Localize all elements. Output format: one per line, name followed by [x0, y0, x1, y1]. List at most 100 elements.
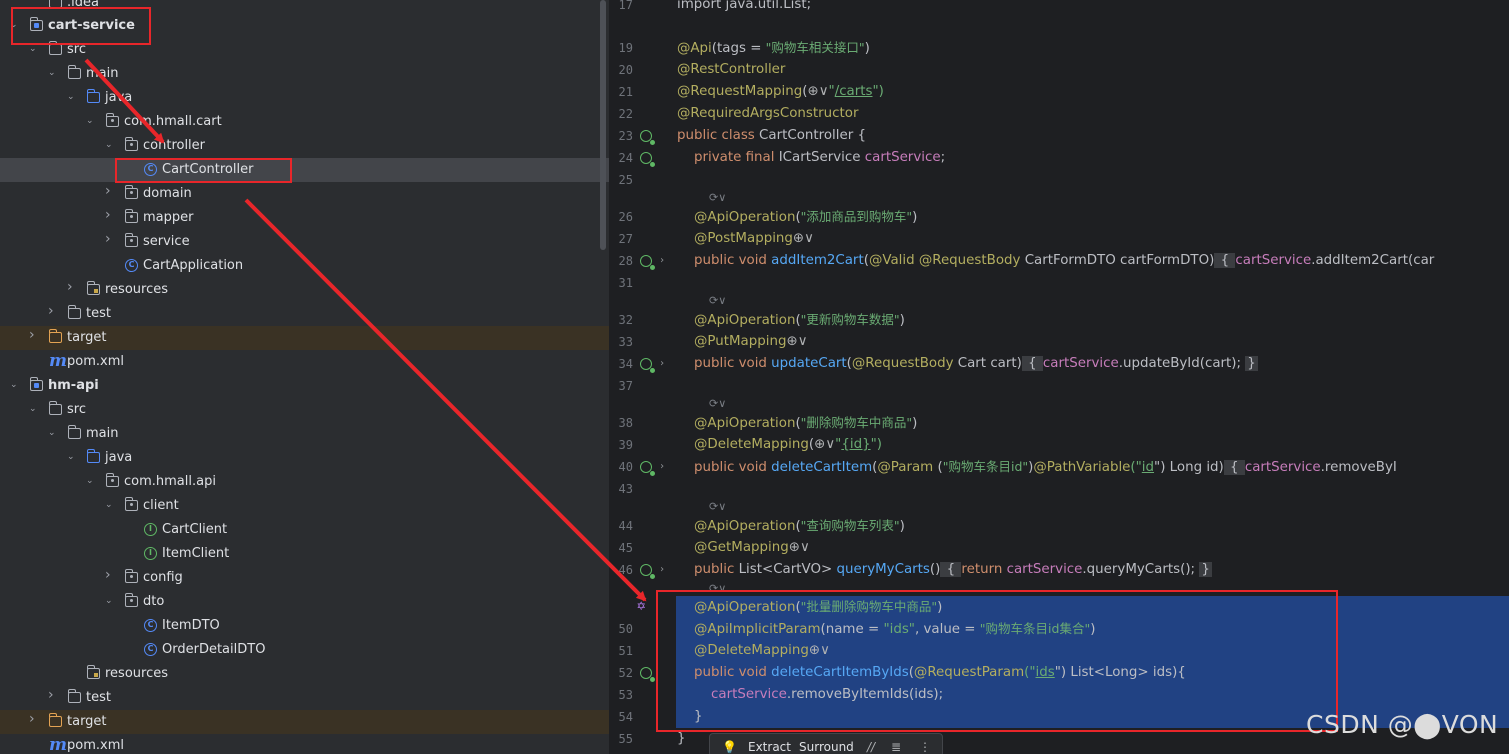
fold-toggle-icon[interactable]: ›: [659, 250, 665, 272]
chevron-right-icon[interactable]: ›: [29, 328, 39, 342]
tree-item[interactable]: C ItemDTO: [0, 614, 609, 638]
tree-item[interactable]: C CartApplication: [0, 254, 609, 278]
chevron-down-icon[interactable]: ⌄: [10, 378, 20, 392]
chevron-right-icon[interactable]: ›: [29, 712, 39, 726]
spring-bean-gutter-icon[interactable]: [640, 564, 655, 579]
lightbulb-icon[interactable]: 💡: [722, 739, 737, 754]
chevron-down-icon[interactable]: ⌄: [86, 114, 96, 128]
extract-button[interactable]: Extract: [748, 739, 791, 754]
tree-item[interactable]: resources: [0, 662, 609, 686]
tree-item[interactable]: › target: [0, 326, 609, 350]
inlay-hint-icon[interactable]: ⟳∨: [709, 292, 726, 310]
tree-item[interactable]: C CartController: [0, 158, 609, 182]
chevron-down-icon[interactable]: ⌄: [105, 138, 115, 152]
tree-item[interactable]: ⌄ com.hmall.api: [0, 470, 609, 494]
chevron-down-icon[interactable]: ⌄: [67, 90, 77, 104]
code-token: List<CartVO>: [738, 562, 837, 577]
tree-item[interactable]: ⌄ hm-api: [0, 374, 609, 398]
tree-item-label: client: [143, 498, 179, 513]
line-number: 19: [618, 41, 633, 55]
chevron-down-icon[interactable]: ⌄: [105, 594, 115, 608]
fold-toggle-icon[interactable]: ›: [659, 456, 665, 478]
chevron-right-icon[interactable]: ›: [105, 568, 115, 582]
chevron-down-icon[interactable]: ⌄: [105, 498, 115, 512]
chevron-right-icon[interactable]: ›: [48, 688, 58, 702]
chevron-down-icon[interactable]: ⌄: [86, 474, 96, 488]
chevron-right-icon[interactable]: ›: [105, 232, 115, 246]
code-line[interactable]: @ApiOperation("更新购物车数据"): [677, 309, 905, 331]
format-icon[interactable]: ≣: [891, 739, 901, 754]
more-options-icon[interactable]: ⋮: [919, 739, 931, 754]
spring-bean-gutter-icon[interactable]: [640, 358, 655, 373]
tree-item[interactable]: ⌄ java: [0, 86, 609, 110]
tree-item[interactable]: › test: [0, 686, 609, 710]
inlay-hint-icon[interactable]: ⟳∨: [709, 189, 726, 207]
code-line[interactable]: @Api(tags = "购物车相关接口"): [677, 37, 870, 59]
code-line[interactable]: private final ICartService cartService;: [677, 147, 945, 169]
tree-item[interactable]: m pom.xml: [0, 350, 609, 374]
code-line[interactable]: public void addItem2Cart(@Valid @Request…: [677, 250, 1434, 272]
tree-item[interactable]: › mapper: [0, 206, 609, 230]
tree-item[interactable]: I CartClient: [0, 518, 609, 542]
code-token: "): [870, 437, 882, 452]
code-line[interactable]: @PostMapping⊕∨: [677, 228, 814, 250]
spring-bean-gutter-icon[interactable]: [640, 130, 655, 145]
fold-toggle-icon[interactable]: ›: [659, 559, 665, 581]
chevron-down-icon[interactable]: ⌄: [67, 450, 77, 464]
ai-assistant-gutter-icon[interactable]: ✡: [637, 598, 653, 614]
module-folder-icon: [29, 377, 46, 394]
spring-bean-gutter-icon[interactable]: [640, 255, 655, 270]
spring-bean-gutter-icon[interactable]: [640, 152, 655, 167]
code-line[interactable]: @ApiOperation("添加商品到购物车"): [677, 206, 917, 228]
chevron-down-icon[interactable]: ⌄: [48, 66, 58, 80]
maven-icon: m: [49, 351, 67, 371]
tree-item-label: main: [86, 426, 119, 441]
tree-item[interactable]: ⌄ client: [0, 494, 609, 518]
code-line[interactable]: import java.util.List;: [677, 0, 811, 16]
tree-item[interactable]: ⌄ main: [0, 62, 609, 86]
code-line[interactable]: public List<CartVO> queryMyCarts() { ret…: [677, 559, 1212, 581]
chevron-right-icon[interactable]: ›: [105, 184, 115, 198]
tree-item[interactable]: C OrderDetailDTO: [0, 638, 609, 662]
code-line[interactable]: @ApiOperation("查询购物车列表"): [677, 515, 905, 537]
spring-bean-gutter-icon[interactable]: [640, 667, 655, 682]
comment-icon[interactable]: //: [867, 739, 875, 754]
tree-item[interactable]: › target: [0, 710, 609, 734]
code-line[interactable]: public class CartController {: [677, 125, 866, 147]
tree-item[interactable]: › domain: [0, 182, 609, 206]
tree-item[interactable]: ⌄ main: [0, 422, 609, 446]
tree-item[interactable]: ⌄ src: [0, 398, 609, 422]
inlay-hint-icon[interactable]: ⟳∨: [709, 498, 726, 516]
tree-item[interactable]: ⌄ dto: [0, 590, 609, 614]
tree-item[interactable]: ⌄ controller: [0, 134, 609, 158]
tree-item[interactable]: › resources: [0, 278, 609, 302]
chevron-right-icon[interactable]: ›: [67, 280, 77, 294]
chevron-down-icon[interactable]: ⌄: [29, 402, 39, 416]
tree-scrollbar[interactable]: [600, 0, 606, 250]
code-line[interactable]: @PutMapping⊕∨: [677, 331, 807, 353]
fold-toggle-icon[interactable]: ›: [659, 353, 665, 375]
code-line[interactable]: @RestController: [677, 59, 785, 81]
tree-item[interactable]: ⌄ com.hmall.cart: [0, 110, 609, 134]
chevron-right-icon[interactable]: ›: [105, 208, 115, 222]
code-line[interactable]: @RequestMapping(⊕∨"/carts"): [677, 81, 884, 103]
code-line[interactable]: @GetMapping⊕∨: [677, 537, 810, 559]
code-line[interactable]: public void deleteCartItem(@Param ("购物车条…: [677, 456, 1397, 478]
inlay-hint-icon[interactable]: ⟳∨: [709, 395, 726, 413]
surround-button[interactable]: Surround: [799, 739, 854, 754]
tree-item[interactable]: › service: [0, 230, 609, 254]
code-line[interactable]: @ApiOperation("删除购物车中商品"): [677, 412, 917, 434]
code-line[interactable]: @RequiredArgsConstructor: [677, 103, 858, 125]
code-token: CartController {: [759, 128, 867, 143]
tree-item[interactable]: m pom.xml: [0, 734, 609, 754]
code-line[interactable]: public void updateCart(@RequestBody Cart…: [677, 353, 1258, 375]
tree-item[interactable]: I ItemClient: [0, 542, 609, 566]
tree-item[interactable]: ⌄ java: [0, 446, 609, 470]
tree-item[interactable]: › test: [0, 302, 609, 326]
code-line[interactable]: @DeleteMapping(⊕∨"{id}"): [677, 434, 882, 456]
chevron-down-icon[interactable]: ⌄: [48, 426, 58, 440]
tree-item[interactable]: › config: [0, 566, 609, 590]
chevron-right-icon[interactable]: ›: [48, 304, 58, 318]
spring-bean-gutter-icon[interactable]: [640, 461, 655, 476]
line-number: 43: [618, 482, 633, 496]
